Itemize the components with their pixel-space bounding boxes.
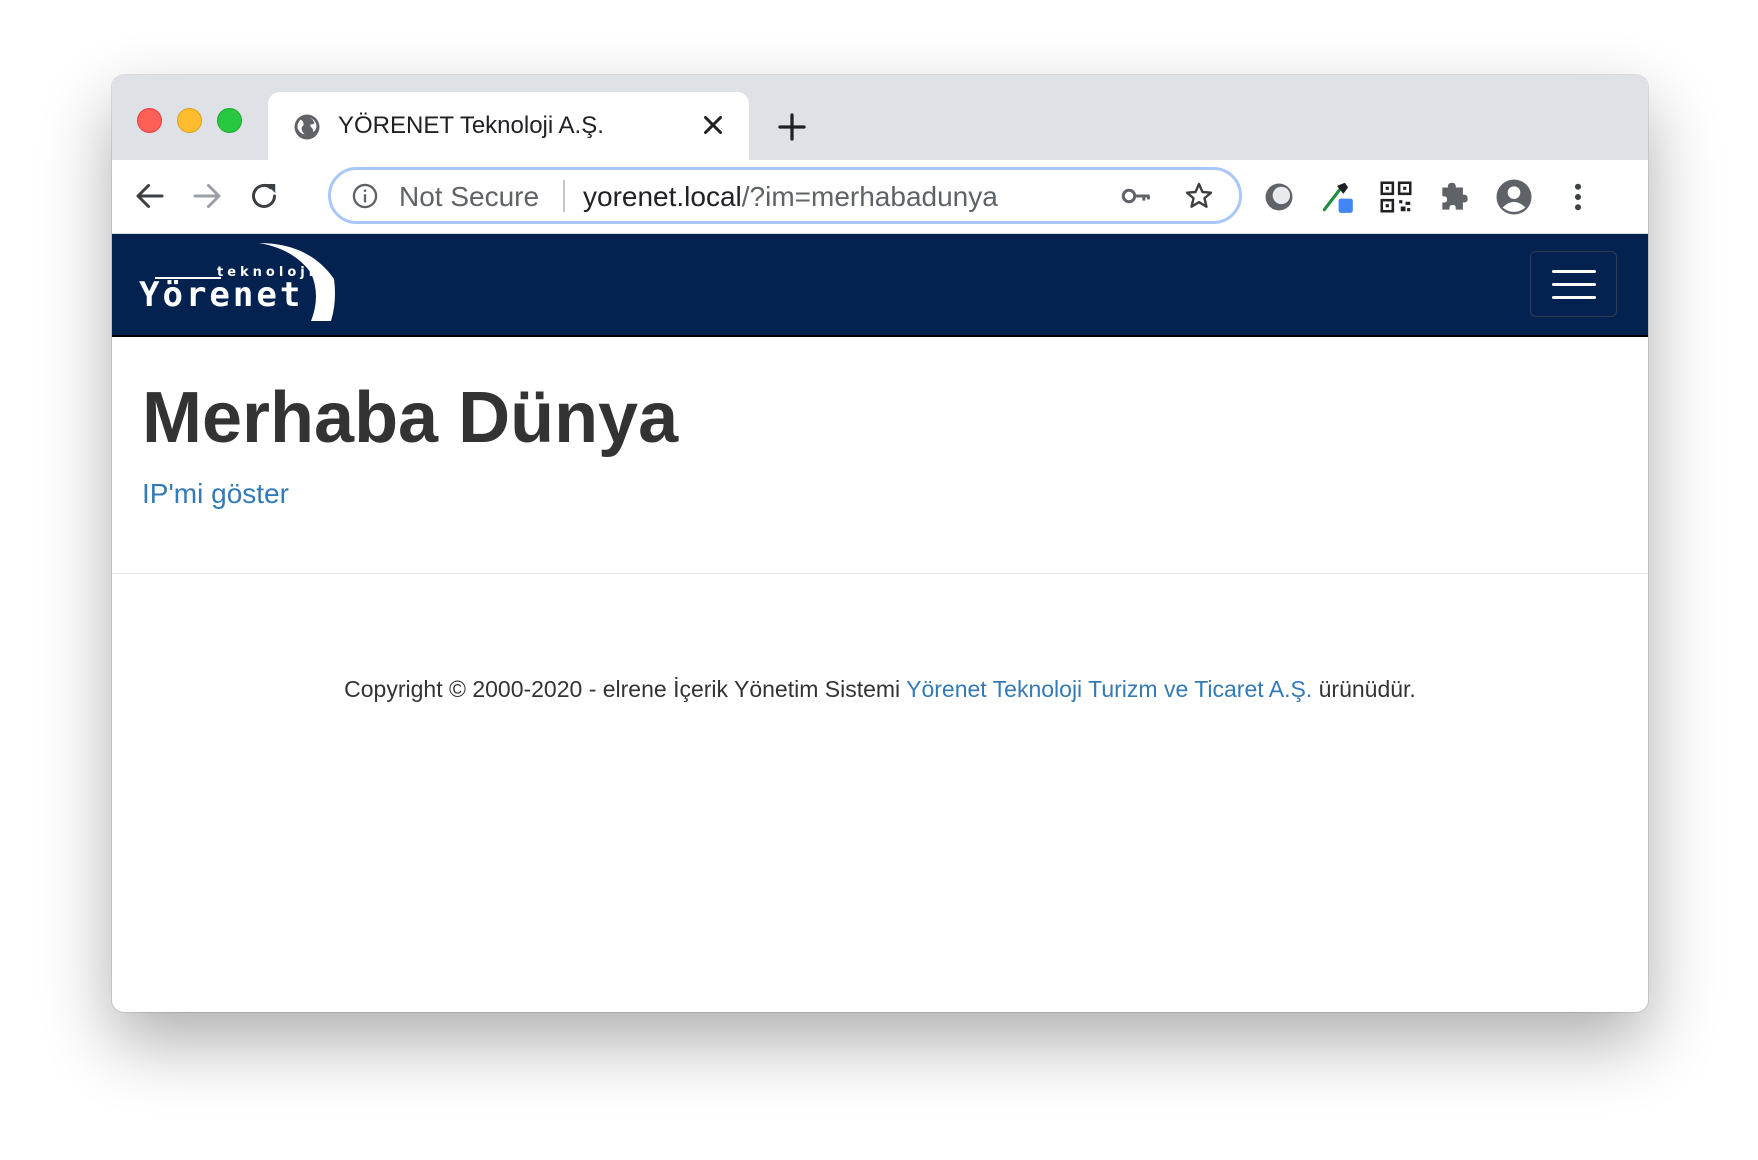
navbar-toggle-button[interactable]: [1530, 251, 1617, 317]
reload-icon[interactable]: [246, 178, 282, 214]
footer-suffix: ürünüdür.: [1312, 676, 1416, 702]
arrow-left-icon[interactable]: [132, 178, 168, 214]
omnibox-separator: [563, 180, 565, 212]
site-navbar: teknoloji Yörenet: [112, 234, 1648, 337]
url-host: yorenet.local: [583, 181, 742, 212]
address-bar[interactable]: Not Secure yorenet.local/?im=merhabaduny…: [328, 167, 1242, 224]
url-path: /?im=merhabadunya: [741, 181, 998, 212]
globe-icon: [294, 114, 320, 140]
url-text[interactable]: yorenet.local/?im=merhabadunya: [583, 181, 998, 213]
account-icon[interactable]: [1493, 176, 1535, 218]
browser-toolbar: Not Secure yorenet.local/?im=merhabaduny…: [112, 160, 1648, 234]
window-close-button[interactable]: [137, 108, 162, 133]
show-ip-link[interactable]: IP'mi göster: [142, 478, 289, 510]
site-logo[interactable]: teknoloji Yörenet: [139, 241, 335, 325]
new-tab-plus-icon[interactable]: [774, 109, 810, 145]
browser-window: YÖRENET Teknoloji A.Ş. Not Secure yorene…: [112, 75, 1648, 1012]
footer-copyright: Copyright © 2000-2020 - elrene İçerik Yö…: [112, 676, 1648, 703]
footer-prefix: Copyright © 2000-2020 - elrene İçerik Yö…: [344, 676, 907, 702]
tab-title: YÖRENET Teknoloji A.Ş.: [338, 112, 604, 139]
more-vert-icon[interactable]: [1559, 178, 1597, 216]
key-icon[interactable]: [1121, 182, 1153, 210]
eyedropper-extension-icon[interactable]: [1318, 178, 1356, 216]
divider: [112, 573, 1648, 574]
qr-code-extension-icon[interactable]: [1377, 178, 1415, 216]
security-label[interactable]: Not Secure: [399, 181, 539, 213]
hamburger-bar: [1552, 283, 1596, 286]
window-minimize-button[interactable]: [177, 108, 202, 133]
tab-strip: YÖRENET Teknoloji A.Ş.: [112, 75, 1648, 162]
puzzle-icon[interactable]: [1436, 178, 1474, 216]
browser-tab[interactable]: YÖRENET Teknoloji A.Ş.: [268, 92, 749, 162]
footer-company-link[interactable]: Yörenet Teknoloji Turizm ve Ticaret A.Ş.: [906, 676, 1312, 702]
info-icon[interactable]: [351, 182, 379, 210]
page-title: Merhaba Dünya: [142, 378, 679, 458]
star-icon[interactable]: [1183, 180, 1215, 212]
close-icon[interactable]: [698, 110, 728, 140]
circle-extension-icon[interactable]: [1260, 178, 1298, 216]
window-maximize-button[interactable]: [217, 108, 242, 133]
hamburger-bar: [1552, 296, 1596, 299]
logo-swoosh-icon: [259, 243, 335, 321]
hamburger-bar: [1552, 270, 1596, 273]
arrow-right-icon[interactable]: [189, 178, 225, 214]
